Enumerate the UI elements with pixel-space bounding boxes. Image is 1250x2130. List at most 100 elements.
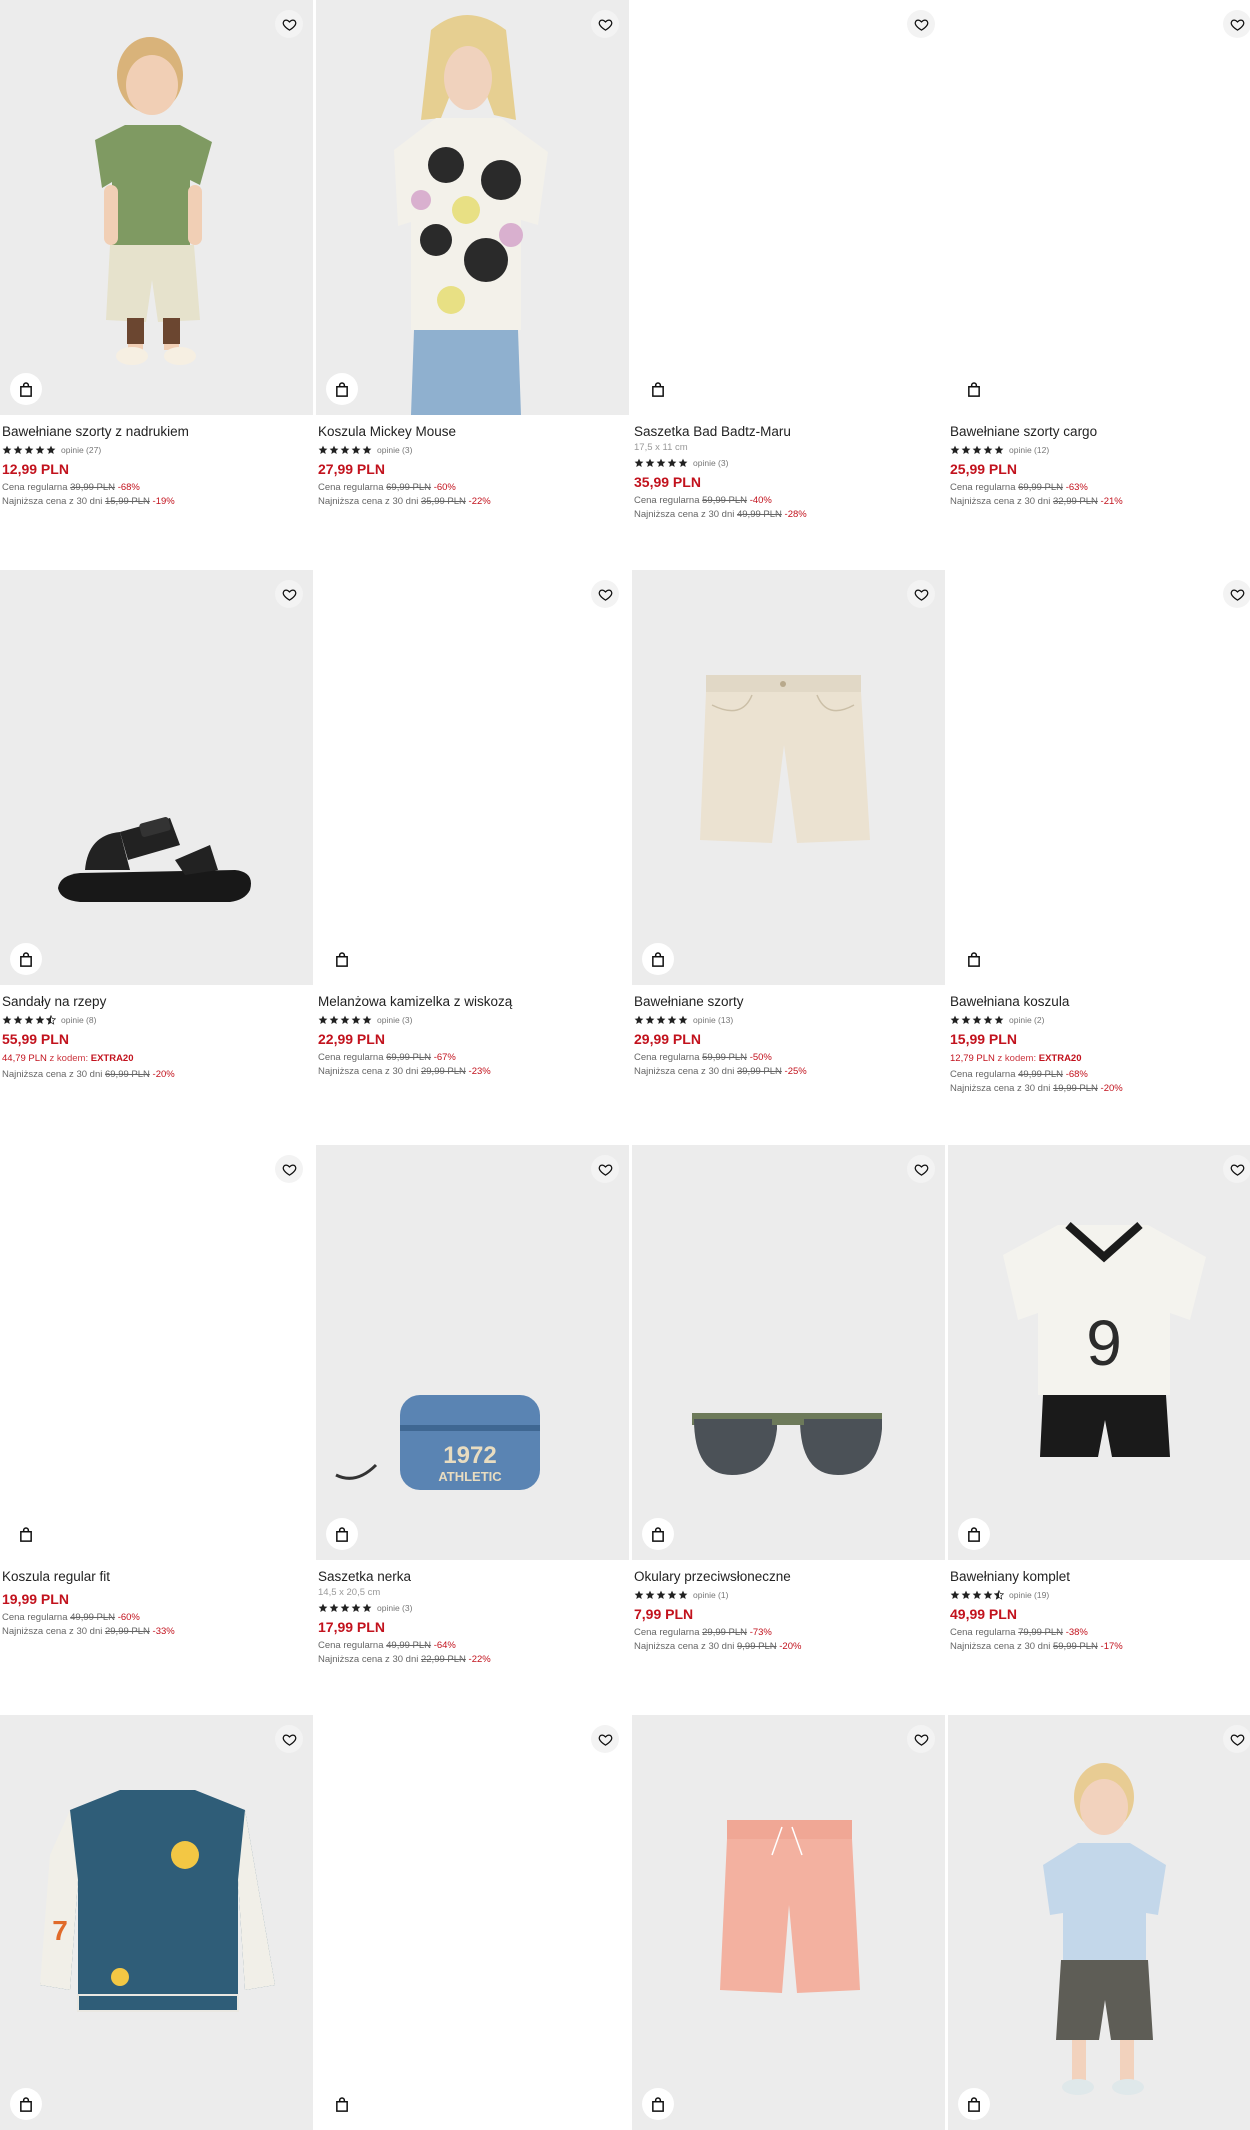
shopping-bag-icon[interactable] xyxy=(326,943,358,975)
heart-icon[interactable] xyxy=(907,1725,935,1753)
product-rating[interactable]: opinie (1) xyxy=(634,1589,945,1600)
product-rating[interactable]: opinie (3) xyxy=(318,444,629,455)
product-image[interactable] xyxy=(948,570,1250,985)
shopping-bag-icon[interactable] xyxy=(642,2088,674,2120)
shopping-bag-icon[interactable] xyxy=(958,373,990,405)
product-image[interactable] xyxy=(948,1715,1250,2130)
svg-text:7: 7 xyxy=(52,1915,68,1946)
product-name[interactable]: Saszetka Bad Badtz-Maru xyxy=(634,423,945,440)
product-image[interactable]: 7 xyxy=(0,1715,313,2130)
product-name[interactable]: Saszetka nerka xyxy=(318,1568,629,1585)
product-rating[interactable]: opinie (13) xyxy=(634,1014,945,1025)
star-icon xyxy=(645,458,655,467)
shopping-bag-icon[interactable] xyxy=(10,2088,42,2120)
product-rating[interactable]: opinie (3) xyxy=(634,457,945,468)
product-card[interactable]: Okulary przeciwsłoneczne opinie (1) 7,99 P… xyxy=(632,1145,945,1652)
product-card[interactable]: 1972 ATHLETIC Saszetka nerka 14,5 x 20,5 c… xyxy=(316,1145,629,1665)
heart-icon[interactable] xyxy=(1223,1725,1250,1753)
product-rating[interactable]: opinie (3) xyxy=(318,1602,629,1613)
product-card[interactable] xyxy=(316,1715,629,2130)
star-icon xyxy=(2,1015,12,1024)
product-image[interactable]: 9 xyxy=(948,1145,1250,1560)
product-card[interactable]: Bawełniana koszula opinie (2) 15,99 PLN 12,… xyxy=(948,570,1250,1094)
shopping-bag-icon[interactable] xyxy=(642,943,674,975)
shopping-bag-icon[interactable] xyxy=(10,373,42,405)
product-rating[interactable]: opinie (2) xyxy=(950,1014,1250,1025)
product-name[interactable]: Okulary przeciwsłoneczne xyxy=(634,1568,945,1585)
product-price: 35,99 PLN xyxy=(634,474,701,490)
product-card[interactable]: 7 xyxy=(0,1715,313,2130)
heart-icon[interactable] xyxy=(1223,1155,1250,1183)
product-card[interactable]: Melanżowa kamizelka z wiskozą opinie (3) 2… xyxy=(316,570,629,1077)
product-card[interactable]: 9 Bawełniany komplet opinie (19) 49,99 PLN… xyxy=(948,1145,1250,1652)
regular-price-label: Cena regularna xyxy=(318,1052,384,1063)
product-card[interactable]: Koszula Mickey Mouse opinie (3) 27,99 PLN C… xyxy=(316,0,629,507)
product-image[interactable] xyxy=(0,1145,313,1560)
product-image[interactable]: 1972 ATHLETIC xyxy=(316,1145,629,1560)
heart-icon[interactable] xyxy=(591,10,619,38)
regular-price: 69,99 PLN xyxy=(386,1052,432,1063)
rating-stars xyxy=(2,1014,56,1025)
product-name[interactable]: Koszula regular fit xyxy=(2,1568,313,1585)
product-card[interactable]: Saszetka Bad Badtz-Maru 17,5 x 11 cm opini… xyxy=(632,0,945,520)
product-image[interactable] xyxy=(316,570,629,985)
heart-icon[interactable] xyxy=(275,1155,303,1183)
shopping-bag-icon[interactable] xyxy=(326,1518,358,1550)
product-image[interactable] xyxy=(948,0,1250,415)
regular-discount: -50% xyxy=(749,1052,772,1063)
lowest-price-line: Najniższa cena z 30 dni 29,99 PLN -33% xyxy=(2,1626,313,1637)
product-rating[interactable]: opinie (27) xyxy=(2,444,313,455)
product-name[interactable]: Bawełniane szorty cargo xyxy=(950,423,1250,440)
product-card[interactable] xyxy=(948,1715,1250,2130)
product-card[interactable]: Bawełniane szorty z nadrukiem opinie (27)… xyxy=(0,0,313,507)
star-icon xyxy=(13,1015,23,1024)
shopping-bag-icon[interactable] xyxy=(326,2088,358,2120)
product-name[interactable]: Bawełniana koszula xyxy=(950,993,1250,1010)
product-image[interactable] xyxy=(632,570,945,985)
product-name[interactable]: Bawełniany komplet xyxy=(950,1568,1250,1585)
product-name[interactable]: Melanżowa kamizelka z wiskozą xyxy=(318,993,629,1010)
heart-icon[interactable] xyxy=(275,10,303,38)
product-rating[interactable]: opinie (12) xyxy=(950,444,1250,455)
heart-icon[interactable] xyxy=(907,580,935,608)
regular-price-label: Cena regularna xyxy=(2,1612,68,1623)
shopping-bag-icon[interactable] xyxy=(958,1518,990,1550)
heart-icon[interactable] xyxy=(591,1725,619,1753)
product-image[interactable] xyxy=(0,570,313,985)
star-icon xyxy=(46,1014,56,1025)
product-image[interactable] xyxy=(632,0,945,415)
heart-icon[interactable] xyxy=(907,1155,935,1183)
product-name[interactable]: Sandały na rzepy xyxy=(2,993,313,1010)
shopping-bag-icon[interactable] xyxy=(958,943,990,975)
product-card[interactable]: Bawełniane szorty opinie (13) 29,99 PLN Cen… xyxy=(632,570,945,1077)
product-image[interactable] xyxy=(316,0,629,415)
product-card[interactable] xyxy=(632,1715,945,2130)
shopping-bag-icon[interactable] xyxy=(326,373,358,405)
product-rating[interactable]: opinie (3) xyxy=(318,1014,629,1025)
heart-icon[interactable] xyxy=(1223,10,1250,38)
heart-icon[interactable] xyxy=(275,1725,303,1753)
heart-icon[interactable] xyxy=(275,580,303,608)
product-image[interactable] xyxy=(632,1145,945,1560)
shopping-bag-icon[interactable] xyxy=(642,1518,674,1550)
heart-icon[interactable] xyxy=(907,10,935,38)
heart-icon[interactable] xyxy=(591,1155,619,1183)
product-image[interactable] xyxy=(632,1715,945,2130)
product-name[interactable]: Bawełniane szorty z nadrukiem xyxy=(2,423,313,440)
product-card[interactable]: Koszula regular fit 19,99 PLN Cena regular… xyxy=(0,1145,313,1637)
product-name[interactable]: Koszula Mickey Mouse xyxy=(318,423,629,440)
product-image[interactable] xyxy=(0,0,313,415)
heart-icon[interactable] xyxy=(591,580,619,608)
product-image[interactable] xyxy=(316,1715,629,2130)
product-card[interactable]: Bawełniane szorty cargo opinie (12) 25,99 … xyxy=(948,0,1250,507)
product-rating[interactable]: opinie (19) xyxy=(950,1589,1250,1600)
product-rating[interactable]: opinie (8) xyxy=(2,1014,313,1025)
shopping-bag-icon[interactable] xyxy=(642,373,674,405)
star-icon xyxy=(24,445,34,454)
shopping-bag-icon[interactable] xyxy=(10,1518,42,1550)
shopping-bag-icon[interactable] xyxy=(10,943,42,975)
product-name[interactable]: Bawełniane szorty xyxy=(634,993,945,1010)
product-card[interactable]: Sandały na rzepy opinie (8) 55,99 PLN 44,79… xyxy=(0,570,313,1080)
shopping-bag-icon[interactable] xyxy=(958,2088,990,2120)
heart-icon[interactable] xyxy=(1223,580,1250,608)
